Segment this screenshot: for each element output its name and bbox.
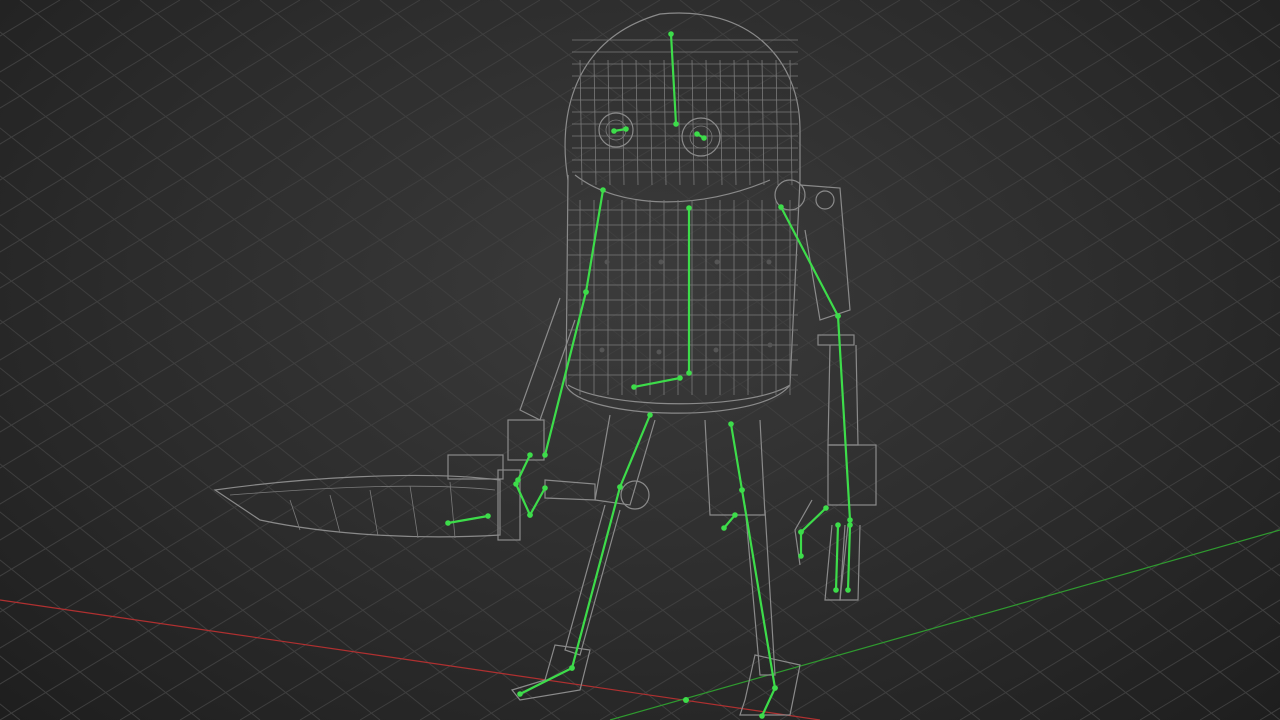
grid-line — [0, 703, 21, 720]
grid-line — [839, 455, 1280, 720]
bone-joint[interactable] — [631, 384, 637, 390]
grid-line — [799, 0, 1280, 385]
bone-joint[interactable] — [701, 135, 707, 141]
grid-line — [419, 203, 1280, 720]
grid-line — [0, 223, 621, 720]
grid-line — [959, 527, 1280, 720]
bone-joint[interactable] — [728, 421, 734, 427]
bone-joint[interactable] — [515, 477, 521, 483]
bone-joint[interactable] — [542, 485, 548, 491]
grid-line — [1039, 0, 1280, 193]
bone-joint[interactable] — [798, 553, 804, 559]
bone-joint[interactable] — [542, 452, 548, 458]
grid-line — [0, 0, 61, 37]
grid-line — [1159, 0, 1280, 97]
bone-joint[interactable] — [694, 131, 700, 137]
grid-line — [0, 607, 141, 720]
bone-joint[interactable] — [600, 187, 606, 193]
bone-joint[interactable] — [617, 484, 623, 490]
grid-line — [359, 167, 1280, 720]
head-mesh-line — [663, 59, 667, 186]
bone-joint[interactable] — [732, 512, 738, 518]
bone-joint[interactable] — [686, 205, 692, 211]
bone-joint[interactable] — [847, 522, 853, 528]
bone-joint[interactable] — [668, 31, 674, 37]
grid-line — [79, 0, 981, 720]
grid-line — [919, 0, 1280, 289]
robot-model[interactable] — [213, 12, 877, 716]
bone-joint[interactable] — [569, 665, 575, 671]
grid-line — [0, 0, 1021, 613]
head-mesh-line — [705, 59, 709, 186]
bone-joint[interactable] — [677, 375, 683, 381]
head-mesh-line — [691, 59, 695, 186]
bone-joint[interactable] — [611, 128, 617, 134]
grid-line — [0, 415, 381, 720]
head-mesh-line — [719, 59, 723, 186]
bone-joint[interactable] — [847, 517, 853, 523]
grid-line — [0, 655, 81, 720]
grid-line — [0, 0, 421, 253]
world-origin-marker — [683, 697, 689, 703]
bone-joint[interactable] — [623, 126, 629, 132]
bone-joint[interactable] — [823, 505, 829, 511]
bone-joint[interactable] — [739, 487, 745, 493]
head-mesh-line — [789, 59, 793, 186]
grid-line — [719, 383, 1280, 720]
bone-joint[interactable] — [772, 685, 778, 691]
robot-arm-left-mesh[interactable] — [447, 297, 576, 541]
head-mesh-line — [747, 59, 751, 186]
bone-joint[interactable] — [759, 713, 765, 719]
head-mesh-line — [593, 59, 597, 186]
bone-joint[interactable] — [835, 313, 841, 319]
3d-viewport[interactable] — [0, 0, 1280, 720]
head-mesh-line — [649, 59, 653, 186]
grid-line — [0, 0, 181, 109]
bone-joint[interactable] — [778, 204, 784, 210]
grid-line — [1259, 707, 1280, 720]
grid-line — [0, 463, 321, 720]
bone-joint[interactable] — [845, 587, 851, 593]
grid-line — [0, 367, 441, 720]
bone-joint[interactable] — [721, 525, 727, 531]
bone-joint[interactable] — [485, 513, 491, 519]
grid-line — [1199, 671, 1280, 720]
bone-joint[interactable] — [673, 121, 679, 127]
bone-joint[interactable] — [527, 512, 533, 518]
head-mesh-line — [579, 59, 583, 186]
bone-joint[interactable] — [686, 370, 692, 376]
bone-joint[interactable] — [835, 522, 841, 528]
grid-line — [1019, 563, 1280, 720]
bone-joint[interactable] — [517, 691, 523, 697]
bone-joint[interactable] — [833, 587, 839, 593]
bone-joint[interactable] — [583, 289, 589, 295]
head-mesh-line — [733, 59, 737, 186]
grid-line — [0, 0, 301, 181]
robot-leg-left-mesh[interactable] — [510, 414, 656, 701]
robot-body-mesh[interactable] — [565, 174, 801, 414]
viewport-canvas[interactable] — [0, 0, 1280, 720]
bone-joint[interactable] — [527, 452, 533, 458]
bone-joint[interactable] — [798, 529, 804, 535]
bone-joint[interactable] — [445, 520, 451, 526]
bone-joint[interactable] — [647, 412, 653, 418]
head-mesh-line — [761, 59, 765, 186]
grid-line — [899, 491, 1280, 720]
grid-line — [0, 511, 261, 720]
grid-line — [1139, 635, 1280, 720]
